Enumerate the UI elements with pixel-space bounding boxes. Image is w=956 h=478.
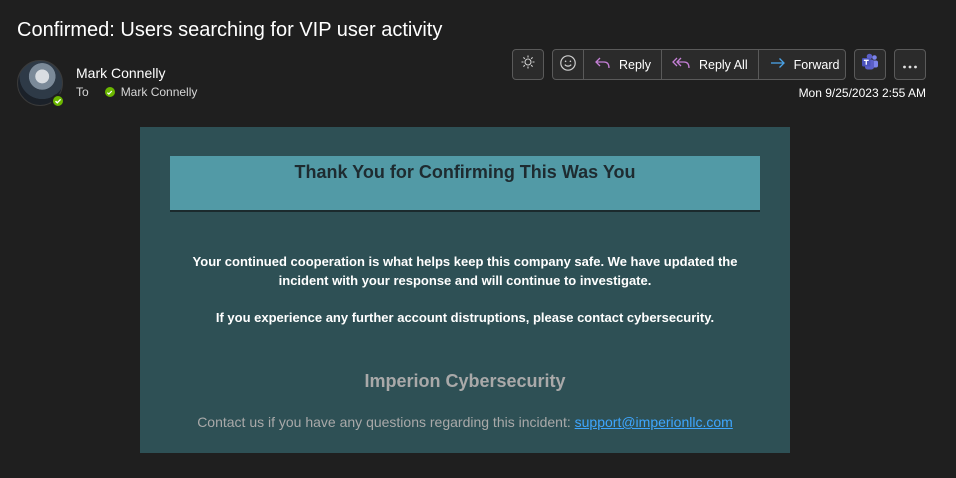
reply-all-icon: [672, 55, 692, 74]
reply-all-button[interactable]: Reply All: [660, 50, 758, 79]
emoji-button[interactable]: [553, 50, 583, 79]
sent-date: Mon 9/25/2023 2:55 AM: [798, 86, 926, 100]
presence-available-icon: [51, 94, 65, 108]
forward-icon: [769, 55, 787, 74]
reply-button[interactable]: Reply: [583, 50, 661, 79]
teams-button[interactable]: [854, 49, 886, 80]
support-email-link[interactable]: support@imperionllc.com: [575, 414, 733, 430]
reply-label: Reply: [619, 57, 651, 72]
reply-all-label: Reply All: [698, 57, 748, 72]
avatar[interactable]: [17, 60, 65, 108]
brightness-icon: [520, 54, 536, 75]
body-paragraph-2: If you experience any further account di…: [215, 310, 715, 325]
header-banner: Thank You for Confirming This Was You: [170, 156, 760, 212]
recipient-presence-icon: [104, 87, 115, 97]
more-actions-button[interactable]: [894, 49, 926, 80]
forward-label: Forward: [793, 57, 840, 72]
banner-title: Thank You for Confirming This Was You: [294, 162, 636, 182]
sender-name[interactable]: Mark Connelly: [76, 65, 165, 81]
teams-icon: [860, 52, 880, 77]
recipient-line: To Mark Connelly: [76, 85, 197, 99]
body-paragraph-1: Your continued cooperation is what helps…: [192, 254, 738, 288]
more-icon: [902, 56, 918, 74]
company-name: Imperion Cybersecurity: [364, 371, 566, 391]
message-actions: Reply Reply All Forward: [552, 49, 846, 80]
brightness-button[interactable]: [512, 49, 544, 80]
forward-button[interactable]: Forward: [757, 50, 850, 79]
email-subject: Confirmed: Users searching for VIP user …: [17, 19, 443, 41]
contact-text: Contact us if you have any questions reg…: [197, 414, 575, 430]
to-label: To: [76, 85, 89, 99]
recipient-name[interactable]: Mark Connelly: [121, 85, 198, 99]
message-body: Thank You for Confirming This Was You Yo…: [140, 127, 790, 453]
reply-icon: [594, 55, 612, 74]
contact-line: Contact us if you have any questions reg…: [140, 414, 790, 430]
emoji-icon: [559, 54, 577, 75]
